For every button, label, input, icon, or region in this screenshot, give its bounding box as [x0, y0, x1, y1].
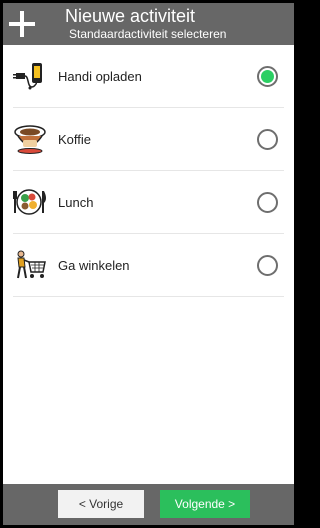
activity-label: Lunch [58, 195, 94, 210]
activity-label: Koffie [58, 132, 92, 147]
page-title: Nieuwe activiteit [65, 6, 196, 26]
radio-selected[interactable] [257, 66, 278, 87]
footer-bar: < Vorige Volgende > [3, 484, 294, 525]
activity-label: Ga winkelen [58, 258, 130, 273]
lunch-plate-icon [13, 189, 46, 215]
radio-unselected[interactable] [257, 129, 278, 150]
shopping-cart-icon [17, 250, 46, 279]
activity-list: Handi opladen Koffie Lunch Ga winkelen [3, 45, 294, 297]
radio-unselected[interactable] [257, 192, 278, 213]
next-button[interactable]: Volgende > [160, 490, 250, 518]
phone-charger-icon [13, 63, 42, 90]
activity-label: Handi opladen [58, 69, 142, 84]
activity-item-koffie[interactable]: Koffie [3, 108, 294, 171]
page-subtitle: Standaardactiviteit selecteren [69, 27, 227, 41]
radio-unselected[interactable] [257, 255, 278, 276]
plus-icon[interactable] [9, 11, 35, 37]
coffee-cup-icon [14, 125, 46, 154]
previous-button[interactable]: < Vorige [58, 490, 144, 518]
activity-item-lunch[interactable]: Lunch [3, 171, 294, 234]
header-bar: Nieuwe activiteit Standaardactiviteit se… [3, 3, 294, 45]
activity-item-ga-winkelen[interactable]: Ga winkelen [3, 234, 294, 297]
activity-item-handi-opladen[interactable]: Handi opladen [3, 45, 294, 108]
screen: Nieuwe activiteit Standaardactiviteit se… [3, 3, 294, 525]
